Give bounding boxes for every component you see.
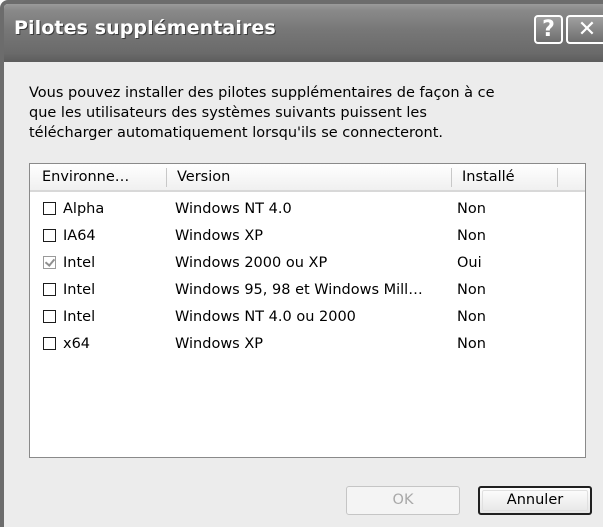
table-row[interactable]: IA64 Windows XP Non [30, 224, 585, 251]
table-row[interactable]: x64 Windows XP Non [30, 332, 585, 359]
column-header-environment[interactable]: Environne… [34, 164, 164, 190]
cancel-button-label: Annuler [506, 492, 564, 508]
column-divider[interactable] [166, 168, 167, 187]
table-row[interactable]: Intel Windows NT 4.0 ou 2000 Non [30, 305, 585, 332]
column-divider[interactable] [451, 168, 452, 187]
description-line: Vous pouvez installer des pilotes supplé… [29, 85, 495, 101]
column-header-version[interactable]: Version [169, 164, 449, 190]
description-text: Vous pouvez installer des pilotes supplé… [29, 83, 569, 143]
environment-cell: Intel [63, 255, 96, 271]
help-icon: ? [542, 17, 555, 42]
environment-cell: Alpha [63, 201, 105, 217]
dialog-window: Pilotes supplémentaires ? ✕ Vous pouvez … [0, 0, 603, 527]
version-cell: Windows 95, 98 et Windows Mill… [175, 282, 423, 298]
table-row[interactable]: Intel Windows 2000 ou XP Oui [30, 251, 585, 278]
drivers-list[interactable]: Environne… Version Installé Alpha Windows… [29, 163, 586, 458]
installed-cell: Non [457, 201, 486, 217]
description-line: télécharger automatiquement lorsqu'ils s… [29, 125, 444, 141]
installed-cell: Non [457, 309, 486, 325]
checkbox[interactable] [43, 283, 56, 296]
list-header: Environne… Version Installé [30, 164, 585, 192]
checkbox[interactable] [43, 229, 56, 242]
dialog-title: Pilotes supplémentaires [14, 17, 276, 39]
checkbox-checked[interactable] [43, 256, 56, 269]
installed-cell: Non [457, 282, 486, 298]
help-button[interactable]: ? [534, 15, 563, 44]
table-row[interactable]: Alpha Windows NT 4.0 Non [30, 197, 585, 224]
environment-cell: Intel [63, 309, 96, 325]
column-divider[interactable] [557, 168, 558, 187]
checkbox[interactable] [43, 202, 56, 215]
version-cell: Windows 2000 ou XP [175, 255, 328, 271]
description-line: que les utilisateurs des systèmes suivan… [29, 105, 427, 121]
table-row[interactable]: Intel Windows 95, 98 et Windows Mill… Non [30, 278, 585, 305]
environment-cell: Intel [63, 282, 96, 298]
checkbox[interactable] [43, 337, 56, 350]
close-icon: ✕ [577, 17, 597, 42]
cancel-button[interactable]: Annuler [478, 486, 592, 515]
environment-cell: x64 [63, 336, 91, 352]
installed-cell: Oui [457, 255, 482, 271]
version-cell: Windows NT 4.0 ou 2000 [175, 309, 356, 325]
close-button[interactable]: ✕ [566, 15, 603, 44]
checkbox[interactable] [43, 310, 56, 323]
version-cell: Windows NT 4.0 [175, 201, 292, 217]
installed-cell: Non [457, 336, 486, 352]
ok-button[interactable]: OK [346, 486, 460, 515]
installed-cell: Non [457, 228, 486, 244]
title-bar[interactable]: Pilotes supplémentaires ? ✕ [4, 4, 603, 62]
environment-cell: IA64 [63, 228, 96, 244]
version-cell: Windows XP [175, 228, 264, 244]
column-header-installed[interactable]: Installé [454, 164, 554, 190]
version-cell: Windows XP [175, 336, 264, 352]
